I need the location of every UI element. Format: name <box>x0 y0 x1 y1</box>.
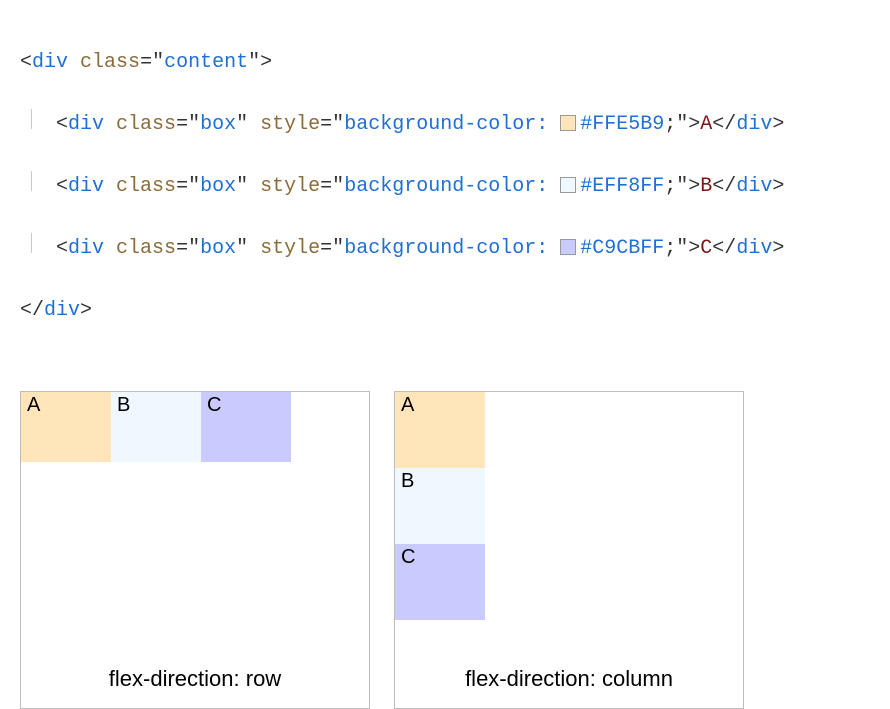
color-swatch <box>560 239 576 255</box>
box-c: C <box>201 392 291 462</box>
panel-row: A B C flex-direction: row <box>20 391 370 709</box>
box-b: B <box>111 392 201 462</box>
box-a: A <box>21 392 111 462</box>
code-line-child-c: <div class="box" style="background-color… <box>20 233 870 264</box>
flex-row-demo: A B C <box>21 392 369 462</box>
panel-caption: flex-direction: row <box>21 666 369 692</box>
diagram-panels: A B C flex-direction: row A B C flex-dir… <box>20 391 870 709</box>
code-line-open: <div class="content"> <box>20 47 870 78</box>
code-line-close: </div> <box>20 295 870 326</box>
panel-caption: flex-direction: column <box>395 666 743 692</box>
box-c: C <box>395 544 485 620</box>
panel-column: A B C flex-direction: column <box>394 391 744 709</box>
code-line-child-b: <div class="box" style="background-color… <box>20 171 870 202</box>
code-block: <div class="content"> <div class="box" s… <box>20 16 870 357</box>
color-swatch <box>560 115 576 131</box>
flex-column-demo: A B C <box>395 392 743 620</box>
box-a: A <box>395 392 485 468</box>
box-b: B <box>395 468 485 544</box>
code-line-child-a: <div class="box" style="background-color… <box>20 109 870 140</box>
color-swatch <box>560 177 576 193</box>
